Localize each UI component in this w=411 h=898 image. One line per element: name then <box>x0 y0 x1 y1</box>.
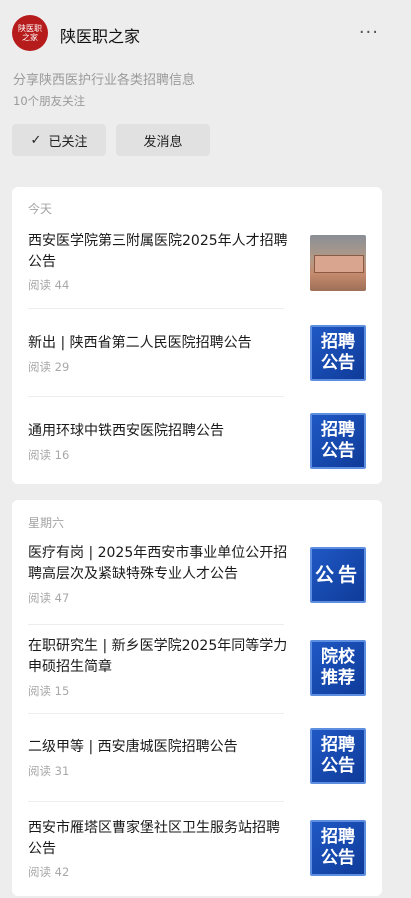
followed-label: 已关注 <box>48 134 88 150</box>
account-header: 陕医职 之家 陕医职之家 ··· 分享陕西医护行业各类招聘信息 10个朋友关注 … <box>0 0 411 185</box>
thumb-text: 招聘 <box>321 735 355 755</box>
thumb-text: 推荐 <box>321 668 355 688</box>
account-name[interactable]: 陕医职之家 <box>60 23 140 47</box>
read-count: 阅读 47 <box>28 591 70 605</box>
article-thumbnail[interactable]: 招聘 公告 <box>310 820 366 876</box>
article-thumbnail[interactable]: 院校 推荐 <box>310 640 366 696</box>
read-count: 阅读 42 <box>28 865 70 879</box>
article-thumbnail[interactable]: 招聘 公告 <box>310 325 366 381</box>
hospital-sign-image <box>314 255 364 273</box>
thumb-text: 招聘 <box>321 827 355 847</box>
more-dots-icon[interactable]: ··· <box>359 22 379 43</box>
article-thumbnail[interactable] <box>310 235 366 291</box>
divider <box>28 396 284 397</box>
day-label: 星期六 <box>28 516 65 530</box>
friends-following[interactable]: 10个朋友关注 <box>13 93 85 109</box>
article-item[interactable]: 西安医学院第三附属医院2025年人才招聘公告 阅读 44 <box>12 231 382 311</box>
article-item[interactable]: 医疗有岗 | 2025年西安市事业单位公开招聘高层次及紧缺特殊专业人才公告 阅读… <box>12 543 382 623</box>
article-title[interactable]: 西安市雁塔区曹家堡社区卫生服务站招聘公告 <box>28 818 290 860</box>
thumb-text: 公告 <box>321 756 355 776</box>
article-item[interactable]: 在职研究生 | 新乡医学院2025年同等学力申硕招生简章 阅读 15 院校 推荐 <box>12 636 382 716</box>
article-item[interactable]: 新出 | 陕西省第二人民医院招聘公告 阅读 29 招聘 公告 <box>12 323 382 393</box>
account-description: 分享陕西医护行业各类招聘信息 <box>13 73 196 88</box>
article-title[interactable]: 新出 | 陕西省第二人民医院招聘公告 <box>28 333 290 354</box>
article-title[interactable]: 西安医学院第三附属医院2025年人才招聘公告 <box>28 231 290 273</box>
thumb-text: 公告 <box>321 441 355 461</box>
article-item[interactable]: 二级甲等 | 西安唐城医院招聘公告 阅读 31 招聘 公告 <box>12 728 382 798</box>
send-message-button[interactable]: 发消息 <box>116 124 210 156</box>
thumb-text: 招聘 <box>321 420 355 440</box>
logo-text-line2: 之家 <box>22 33 38 42</box>
article-item[interactable]: 通用环球中铁西安医院招聘公告 阅读 16 招聘 公告 <box>12 411 382 481</box>
read-count: 阅读 15 <box>28 684 70 698</box>
send-message-label: 发消息 <box>143 134 183 150</box>
article-title[interactable]: 医疗有岗 | 2025年西安市事业单位公开招聘高层次及紧缺特殊专业人才公告 <box>28 543 290 585</box>
divider <box>28 801 284 802</box>
divider <box>28 624 284 625</box>
day-group-saturday: 星期六 医疗有岗 | 2025年西安市事业单位公开招聘高层次及紧缺特殊专业人才公… <box>12 500 382 896</box>
article-thumbnail[interactable]: 招聘 公告 <box>310 728 366 784</box>
thumb-text: 公告 <box>321 353 355 373</box>
thumb-text: 招聘 <box>321 332 355 352</box>
article-thumbnail[interactable]: 招聘 公告 <box>310 413 366 469</box>
read-count: 阅读 31 <box>28 764 70 778</box>
read-count: 阅读 29 <box>28 360 70 374</box>
check-icon: ✓ <box>30 132 42 148</box>
article-title[interactable]: 二级甲等 | 西安唐城医院招聘公告 <box>28 737 290 758</box>
thumb-text: 公告 <box>321 848 355 868</box>
article-title[interactable]: 在职研究生 | 新乡医学院2025年同等学力申硕招生简章 <box>28 636 290 678</box>
thumb-text: 公告 <box>314 563 361 586</box>
article-thumbnail[interactable]: 公告 <box>310 547 366 603</box>
thumb-text: 院校 <box>321 647 355 667</box>
followed-button[interactable]: ✓ 已关注 <box>12 124 106 156</box>
read-count: 阅读 44 <box>28 278 70 292</box>
day-label: 今天 <box>28 202 53 216</box>
logo-text-line1: 陕医职 <box>18 24 42 33</box>
account-logo[interactable]: 陕医职 之家 <box>12 15 48 51</box>
divider <box>28 713 284 714</box>
day-group-today: 今天 西安医学院第三附属医院2025年人才招聘公告 阅读 44 新出 | 陕西省… <box>12 187 382 484</box>
article-item[interactable]: 西安市雁塔区曹家堡社区卫生服务站招聘公告 阅读 42 招聘 公告 <box>12 818 382 894</box>
read-count: 阅读 16 <box>28 448 70 462</box>
article-title[interactable]: 通用环球中铁西安医院招聘公告 <box>28 421 290 442</box>
divider <box>28 308 284 309</box>
